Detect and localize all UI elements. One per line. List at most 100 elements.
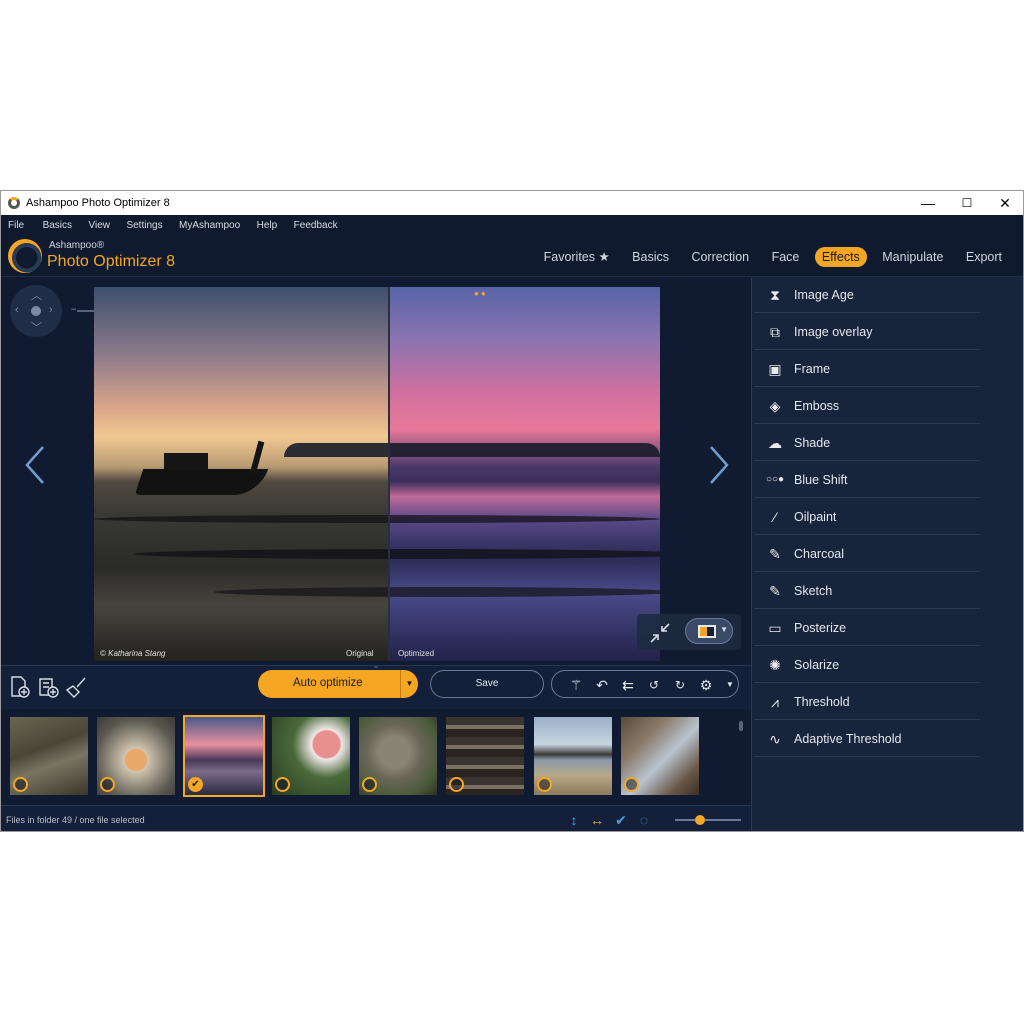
menu-file[interactable]: File [1,216,24,236]
pan-navigator[interactable]: ︿ ‹ › ﹀ [10,285,62,337]
tab-face[interactable]: Face [765,247,807,267]
select-checkbox[interactable] [449,777,464,792]
deselect-all-icon[interactable]: ◌ [634,811,654,829]
compare-divider-handle[interactable] [388,287,390,661]
thumbnail-3-selected[interactable]: ✔ [183,715,265,797]
collapse-panel-icon[interactable]: ⌄ [369,660,383,670]
slider-track[interactable] [675,819,741,821]
slider-handle[interactable] [695,815,705,825]
effect-image-age[interactable]: ⧗ Image Age [754,277,980,313]
effect-sketch[interactable]: ✎ Sketch [754,573,980,609]
selected-checkmark-icon[interactable]: ✔ [188,777,203,792]
pan-center-icon[interactable] [31,306,41,316]
select-all-icon[interactable]: ✔ [611,811,631,829]
chevron-down-icon[interactable]: ▼ [720,625,728,634]
wave-chart-icon: ∿ [769,731,781,747]
minimize-button[interactable]: — [909,191,947,215]
brush-icon: ⁄ [773,509,777,525]
select-checkbox[interactable] [13,777,28,792]
divider-marker-icon[interactable]: ●● [474,289,488,298]
pan-left-icon[interactable]: ‹ [15,304,19,316]
thumbnail-7[interactable] [534,717,612,795]
sort-vertical-icon[interactable]: ↕ [564,811,584,829]
menu-basics[interactable]: Basics [29,216,72,236]
select-checkbox[interactable] [624,777,639,792]
tab-effects[interactable]: Effects [814,247,867,267]
menu-view[interactable]: View [76,216,110,236]
thumbnail-5[interactable] [359,717,437,795]
undo-all-icon[interactable]: ⇇ [618,675,638,695]
zoom-out-icon[interactable]: − [71,304,76,314]
effect-label: Emboss [794,399,840,413]
next-image-icon[interactable] [707,445,731,485]
effect-posterize[interactable]: ▭ Posterize [754,610,980,646]
select-checkbox[interactable] [537,777,552,792]
copyright-text: © Katharina Stang [100,649,166,658]
effect-image-overlay[interactable]: ⧉ Image overlay [754,314,980,350]
tab-manipulate[interactable]: Manipulate [875,247,950,267]
add-file-icon[interactable] [7,675,31,699]
close-button[interactable]: ✕ [986,191,1023,215]
maximize-button[interactable]: ☐ [948,191,986,215]
effect-label: Shade [794,436,831,450]
compare-mode-toggle[interactable]: ▼ [685,618,733,644]
thumbnail-2[interactable] [97,717,175,795]
auto-optimize-button[interactable]: Auto optimize ▼ [258,670,418,698]
select-checkbox[interactable] [362,777,377,792]
pan-up-icon[interactable]: ︿ [31,287,42,303]
menu-settings[interactable]: Settings [114,216,162,236]
brand-product: Photo Optimizer 8 [47,253,176,270]
hills-silhouette [284,443,660,457]
menu-help[interactable]: Help [245,216,278,236]
pan-down-icon[interactable]: ﹀ [31,319,42,335]
sort-horizontal-icon[interactable]: ↔ [587,811,607,829]
effect-label: Solarize [794,658,840,672]
effect-adaptive-threshold[interactable]: ∿ Adaptive Threshold [754,721,980,757]
photo-compare-view[interactable]: ●● © Katharina Stang Original Optimized [94,287,660,661]
thumbnail-1[interactable] [10,717,88,795]
add-folder-icon[interactable] [36,675,60,699]
magic-wand-icon[interactable]: ⚚ [566,675,586,695]
save-button[interactable]: Save [430,670,544,698]
clear-list-broom-icon[interactable] [65,675,89,699]
effect-blue-shift[interactable]: ○○● Blue Shift [754,462,980,498]
rotate-left-icon[interactable]: ↺ [644,675,664,695]
frame-icon: ▣ [768,361,782,377]
view-mode-tools: ▼ [637,614,741,650]
settings-gear-icon[interactable]: ⚙ [696,675,716,695]
tab-favorites[interactable]: Favorites ★ [537,246,617,267]
thumbnail-size-slider[interactable] [675,814,741,826]
scrollbar-thumb[interactable] [739,721,743,731]
effect-charcoal[interactable]: ✎ Charcoal [754,536,980,572]
menu-myashampoo[interactable]: MyAshampoo [167,216,240,236]
effect-emboss[interactable]: ◈ Emboss [754,388,980,424]
effect-frame[interactable]: ▣ Frame [754,351,980,387]
effect-shade[interactable]: ☁ Shade [754,425,980,461]
chevron-down-icon[interactable]: ▼ [720,675,740,695]
thumbnail-4[interactable] [272,717,350,795]
app-header: Ashampoo® Photo Optimizer 8 Favorites ★ … [1,235,1023,277]
rotate-right-icon[interactable]: ↻ [670,675,690,695]
select-checkbox[interactable] [275,777,290,792]
split-view-icon [698,625,716,638]
effect-threshold[interactable]: ⩘ Threshold [754,684,980,720]
previous-image-icon[interactable] [23,445,47,485]
auto-optimize-dropdown-icon[interactable]: ▼ [400,670,418,698]
tab-correction[interactable]: Correction [684,247,756,267]
effect-solarize[interactable]: ✺ Solarize [754,647,980,683]
image-viewer: ︿ ‹ › ﹀ − + ●● [1,277,751,665]
shrink-view-icon[interactable] [649,622,671,644]
solarize-icon: ✺ [769,657,781,673]
pan-right-icon[interactable]: › [49,304,53,316]
tab-export[interactable]: Export [959,247,1009,267]
menu-feedback[interactable]: Feedback [282,216,338,236]
undo-icon[interactable]: ↶ [592,675,612,695]
effect-oilpaint[interactable]: ⁄ Oilpaint [754,499,980,535]
thumbnail-6[interactable] [446,717,524,795]
filmstrip-scrollbar[interactable] [738,713,744,799]
tab-basics[interactable]: Basics [625,247,676,267]
effect-label: Frame [794,362,831,376]
select-checkbox[interactable] [100,777,115,792]
effect-label: Image Age [794,288,854,302]
thumbnail-8[interactable] [621,717,699,795]
